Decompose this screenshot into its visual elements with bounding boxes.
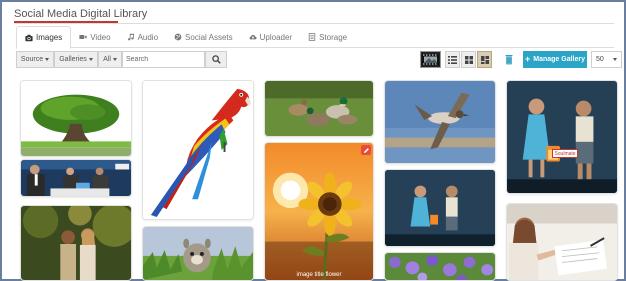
bonsai-tree-image bbox=[21, 81, 131, 156]
trash-icon bbox=[505, 55, 513, 65]
couple-in-park-image bbox=[21, 206, 131, 280]
search-input[interactable] bbox=[122, 51, 205, 68]
media-tabs: Images Video Audio Social Assets Uploade… bbox=[16, 26, 614, 49]
per-page-value: 50 bbox=[596, 56, 604, 63]
camera-icon bbox=[25, 34, 33, 41]
gallery-toolbar: Source Galleries All + bbox=[16, 51, 622, 70]
gallery-card-bonsai-tree[interactable] bbox=[20, 80, 132, 157]
tab-social-assets[interactable]: Social Assets bbox=[166, 26, 241, 48]
chevron-down-icon bbox=[88, 58, 93, 61]
app-frame: Social Media Digital Library Images Vide… bbox=[0, 0, 626, 281]
gallery-card-children-dark-background[interactable] bbox=[384, 169, 496, 247]
manage-gallery-label: Manage Gallery bbox=[533, 56, 585, 63]
gallery-card-duck-in-flight[interactable] bbox=[384, 80, 496, 164]
slideshow-button[interactable] bbox=[420, 51, 441, 68]
sign-text: Soulmate bbox=[552, 149, 578, 158]
gallery-card-ducks-on-grass[interactable] bbox=[264, 80, 374, 137]
manage-gallery-button[interactable]: + Manage Gallery bbox=[523, 51, 587, 68]
gallery-card-sunflower[interactable]: image title flower bbox=[264, 142, 374, 281]
gallery-card-child-writing[interactable] bbox=[506, 203, 618, 281]
parrot-image bbox=[143, 81, 253, 219]
ducks-on-grass-image bbox=[265, 81, 373, 136]
tab-uploader[interactable]: Uploader bbox=[241, 26, 300, 48]
tab-label: Audio bbox=[137, 32, 159, 42]
gallery-card-couple-in-park[interactable] bbox=[20, 205, 132, 281]
search-icon bbox=[211, 55, 221, 64]
chevron-down-icon bbox=[45, 58, 50, 61]
cloud-upload-icon bbox=[249, 34, 257, 40]
tab-label: Social Assets bbox=[185, 32, 233, 42]
gallery-card-business-meeting[interactable] bbox=[20, 159, 132, 197]
list-view-icon bbox=[448, 55, 457, 64]
tab-storage[interactable]: Storage bbox=[300, 26, 355, 48]
delete-button[interactable] bbox=[503, 52, 515, 67]
chevron-down-icon bbox=[112, 58, 117, 61]
image-caption: image title flower bbox=[296, 272, 342, 278]
gallery-card-children-with-sign[interactable]: Soulmate bbox=[506, 80, 618, 194]
business-meeting-image bbox=[21, 160, 131, 196]
gallery-card-squirrel[interactable] bbox=[142, 226, 254, 281]
chevron-down-icon bbox=[613, 58, 617, 61]
film-icon bbox=[422, 54, 439, 65]
galleries-label: Galleries bbox=[59, 56, 87, 63]
edit-icon[interactable] bbox=[361, 145, 371, 155]
title-divider bbox=[14, 23, 614, 24]
grid-view-button[interactable] bbox=[461, 51, 476, 68]
duck-in-flight-image bbox=[385, 81, 495, 163]
sunflower-image bbox=[265, 143, 373, 280]
all-label: All bbox=[103, 56, 111, 63]
video-icon bbox=[79, 35, 87, 39]
tab-label: Storage bbox=[319, 32, 348, 42]
gallery-card-purple-flowers[interactable] bbox=[384, 252, 496, 281]
music-icon bbox=[127, 33, 134, 41]
storage-icon bbox=[308, 33, 316, 41]
search-button[interactable] bbox=[205, 51, 227, 68]
source-dropdown[interactable]: Source bbox=[16, 51, 54, 68]
tab-audio[interactable]: Audio bbox=[119, 26, 166, 48]
masonry-view-icon bbox=[480, 55, 489, 64]
galleries-dropdown[interactable]: Galleries bbox=[54, 51, 98, 68]
grid-view-icon bbox=[464, 55, 473, 64]
plus-icon: + bbox=[524, 54, 531, 64]
masonry-view-button[interactable] bbox=[477, 51, 492, 68]
tab-label: Images bbox=[36, 33, 63, 42]
list-view-button[interactable] bbox=[445, 51, 460, 68]
globe-icon bbox=[174, 33, 182, 41]
child-writing-image bbox=[507, 204, 617, 280]
tab-images[interactable]: Images bbox=[16, 26, 72, 49]
tab-label: Uploader bbox=[259, 32, 293, 42]
tab-label: Video bbox=[90, 32, 111, 42]
per-page-select[interactable]: 50 bbox=[591, 51, 622, 68]
purple-flowers-image bbox=[385, 253, 495, 280]
tab-video[interactable]: Video bbox=[71, 26, 118, 48]
children-with-sign-image bbox=[507, 81, 617, 193]
page-title: Social Media Digital Library bbox=[14, 8, 148, 20]
filter-all-dropdown[interactable]: All bbox=[98, 51, 122, 68]
gallery-card-parrot[interactable] bbox=[142, 80, 254, 220]
source-label: Source bbox=[20, 56, 44, 63]
children-dark-background-image bbox=[385, 170, 495, 246]
squirrel-image bbox=[143, 227, 253, 280]
